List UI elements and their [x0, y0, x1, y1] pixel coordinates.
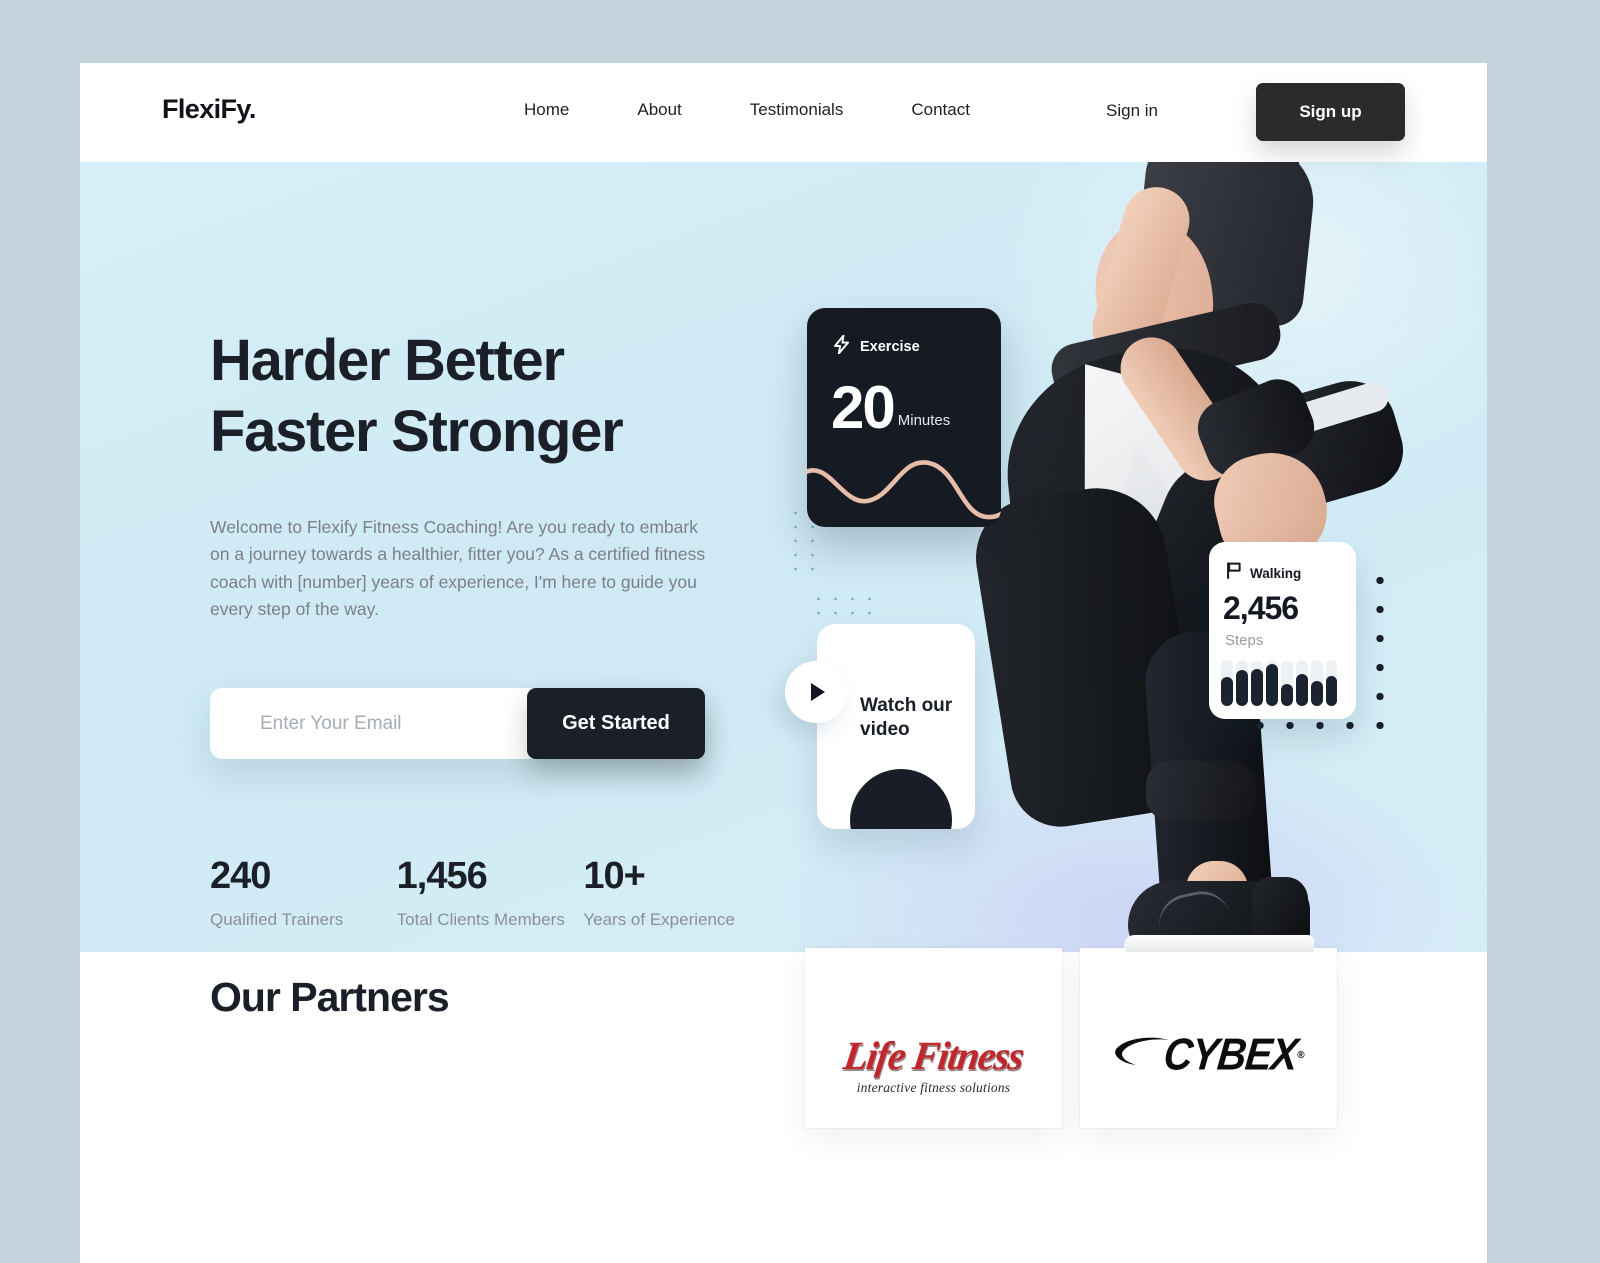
- get-started-button[interactable]: Get Started: [527, 688, 705, 760]
- play-video-button[interactable]: [785, 661, 847, 723]
- walking-bar: [1250, 660, 1263, 706]
- lightning-bolt-icon: [833, 334, 850, 359]
- walking-bar-fill: [1235, 670, 1248, 706]
- hero-section: Harder Better Faster Stronger Welcome to…: [80, 162, 1487, 952]
- stat-total-clients: 1,456 Total Clients Members: [397, 855, 584, 931]
- stat-number: 240: [210, 855, 271, 898]
- partners-title: Our Partners: [210, 974, 450, 1020]
- site-header: FlexiFy. Home About Testimonials Contact…: [80, 63, 1487, 162]
- stat-number: 10+: [583, 855, 645, 898]
- exercise-stat-card[interactable]: Exercise 20 Minutes: [807, 308, 1001, 527]
- walking-bar-fill: [1265, 663, 1278, 706]
- walking-bar: [1310, 660, 1323, 706]
- dot-grid-left-lower: [810, 592, 882, 625]
- partner-logo-cybex[interactable]: CYBEX ®: [1080, 948, 1337, 1128]
- stat-label: Qualified Trainers: [210, 910, 344, 930]
- page-container: FlexiFy. Home About Testimonials Contact…: [80, 63, 1487, 1263]
- cybex-registered-mark: ®: [1297, 1050, 1305, 1061]
- exercise-wave-graph: [807, 460, 1001, 520]
- athlete-photo: [900, 162, 1487, 952]
- exercise-value: 20: [831, 374, 896, 441]
- hero-stats: 240 Qualified Trainers 1,456 Total Clien…: [210, 855, 770, 931]
- hero-content: Harder Better Faster Stronger Welcome to…: [210, 326, 770, 932]
- walking-bar-fill: [1221, 677, 1233, 706]
- page-title: Harder Better Faster Stronger: [210, 326, 770, 468]
- walking-bar: [1265, 660, 1278, 706]
- hero-heading-line-2: Faster Stronger: [210, 398, 624, 464]
- exercise-card-header: Exercise: [833, 334, 920, 359]
- walking-bar: [1221, 660, 1233, 706]
- walking-bar-fill: [1310, 680, 1323, 706]
- walking-bar: [1280, 660, 1293, 706]
- exercise-card-title: Exercise: [860, 339, 920, 355]
- walking-card-title: Walking: [1250, 565, 1302, 581]
- play-icon: [811, 683, 825, 701]
- exercise-card-value-row: 20 Minutes: [831, 374, 951, 441]
- walking-card-header: Walking: [1226, 562, 1301, 584]
- walking-unit: Steps: [1225, 632, 1264, 649]
- email-signup-form: Get Started: [210, 688, 705, 760]
- walking-stat-card[interactable]: Walking 2,456 Steps: [1209, 542, 1356, 719]
- sign-in-link[interactable]: Sign in: [1106, 101, 1158, 121]
- partner-logos: Life Fitness interactive fitness solutio…: [805, 948, 1337, 1128]
- header-inner: FlexiFy. Home About Testimonials Contact…: [80, 63, 1487, 162]
- walking-bar-fill: [1280, 683, 1293, 706]
- stat-qualified-trainers: 240 Qualified Trainers: [210, 855, 397, 931]
- life-fitness-tagline: interactive fitness solutions: [856, 1080, 1011, 1095]
- hero-heading-line-1: Harder Better: [210, 328, 565, 393]
- cybex-wordmark: CYBEX: [1161, 1030, 1300, 1080]
- partner-logo-life-fitness[interactable]: Life Fitness interactive fitness solutio…: [805, 948, 1062, 1128]
- video-card-dome-decoration: [850, 769, 952, 829]
- walking-bar-chart: [1221, 660, 1345, 706]
- walking-bar-fill: [1295, 673, 1308, 706]
- walking-value: 2,456: [1223, 590, 1299, 626]
- watch-video-label: Watch our video: [860, 695, 953, 740]
- sign-up-button[interactable]: Sign up: [1256, 83, 1405, 141]
- flag-icon: [1226, 562, 1242, 584]
- walking-bar: [1235, 660, 1248, 706]
- stat-years-experience: 10+ Years of Experience: [583, 855, 770, 931]
- stat-label: Years of Experience: [583, 910, 735, 930]
- walking-bar-fill: [1250, 669, 1263, 706]
- walking-bar: [1325, 660, 1338, 706]
- partners-section: Our Partners Life Fitness interactive fi…: [80, 948, 1487, 1263]
- hero-paragraph: Welcome to Flexify Fitness Coaching! Are…: [210, 516, 706, 620]
- watch-video-card[interactable]: Watch our video: [817, 624, 975, 829]
- exercise-unit: Minutes: [897, 412, 951, 430]
- header-actions-area: Sign in Sign up: [80, 63, 1405, 162]
- walking-bar: [1295, 660, 1308, 706]
- stat-label: Total Clients Members: [396, 910, 565, 930]
- walking-bar-fill: [1325, 675, 1338, 706]
- stat-number: 1,456: [396, 855, 488, 898]
- life-fitness-wordmark: Life Fitness: [840, 1033, 1026, 1078]
